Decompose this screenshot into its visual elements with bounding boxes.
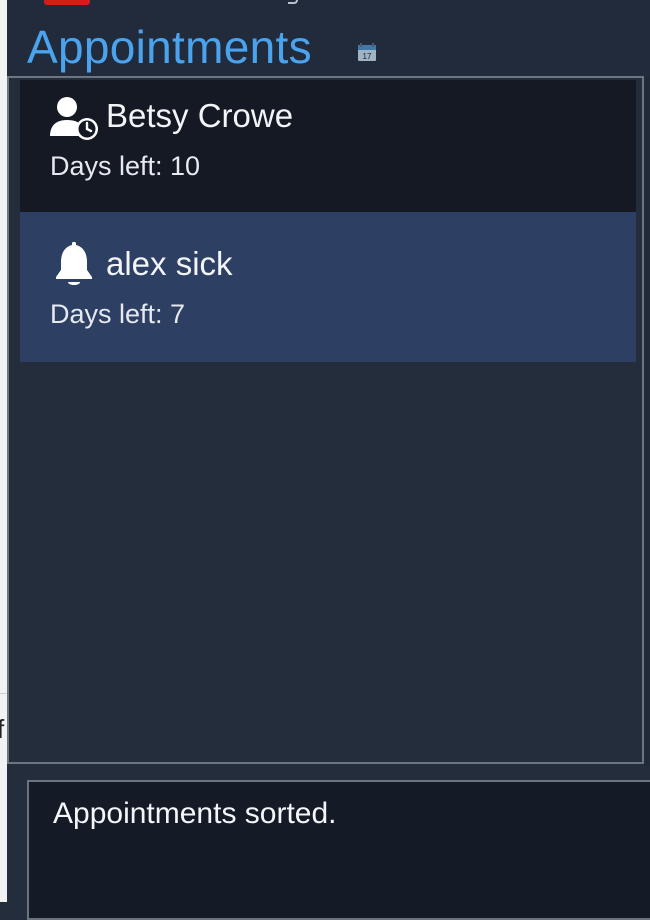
appointment-name: alex sick (106, 245, 233, 282)
left-window-edge (0, 0, 7, 902)
appointment-name: Betsy Crowe (106, 97, 294, 134)
user-clock-icon (50, 96, 98, 142)
appointment-card-selected[interactable]: alex sick Days left: 7 (20, 212, 636, 362)
page-title: Appointments (27, 21, 312, 73)
header: Appointments 17 (7, 0, 650, 76)
appointment-list[interactable]: Betsy Crowe Days left: 10 alex sick Days… (7, 76, 644, 764)
bell-icon (50, 240, 98, 286)
appointment-card[interactable]: Betsy Crowe Days left: 10 (20, 80, 636, 212)
result-message: Appointments sorted. (53, 797, 337, 830)
left-window-text-fragment: f (0, 714, 5, 744)
result-display: Appointments sorted. (27, 780, 650, 920)
list-scrollbar[interactable] (644, 76, 650, 768)
calendar-day-number: 17 (363, 52, 372, 61)
app-icon-fragment (44, 0, 90, 5)
left-window-divider (0, 693, 7, 694)
appointment-days-left: Days left: 7 (50, 299, 186, 329)
appointment-days-left: Days left: 10 (50, 151, 201, 181)
calendar-icon: 17 (357, 42, 377, 62)
